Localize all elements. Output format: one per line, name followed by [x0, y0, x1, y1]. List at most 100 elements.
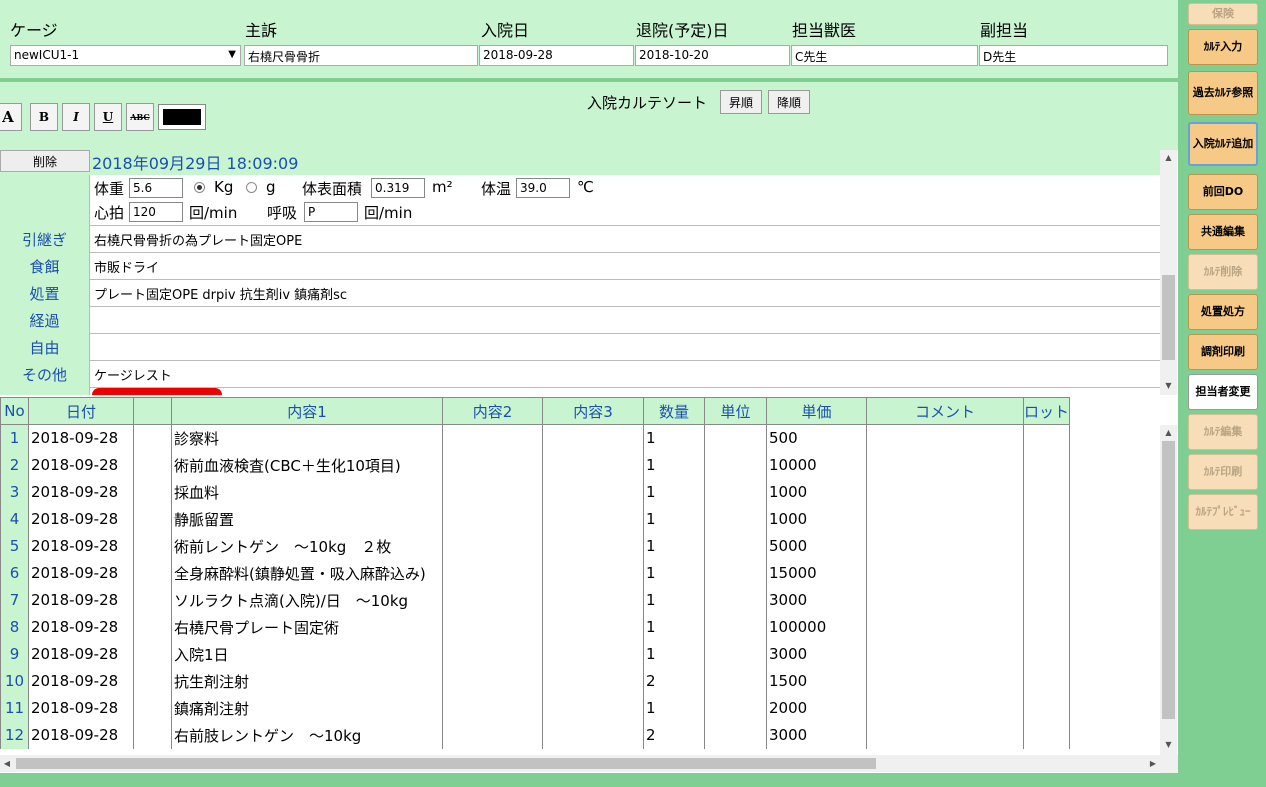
sidebar-button[interactable]: 共通編集	[1188, 214, 1258, 250]
record-row-value[interactable]: プレート固定OPE drpiv 抗生剤iv 鎮痛剤sc	[94, 284, 347, 303]
table-row[interactable]: 9 2018-09-28 入院1日 1 3000	[0, 640, 1071, 668]
table-row[interactable]: 11 2018-09-28 鎮痛剤注射 1 2000	[0, 694, 1071, 722]
color-swatch	[163, 109, 201, 125]
table-cell	[442, 532, 543, 560]
table-horizontal-scrollbar[interactable]: ◀ ▶	[0, 755, 1178, 772]
table-row[interactable]: 1 2018-09-28 診察料 1 500	[0, 424, 1071, 452]
rr-input[interactable]: P	[304, 202, 358, 222]
underline-button[interactable]: U	[94, 103, 122, 131]
table-cell	[704, 613, 767, 641]
record-row-value[interactable]: 市販ドライ	[94, 257, 159, 276]
scroll-up-icon[interactable]: ▲	[1160, 150, 1177, 165]
sidebar-button[interactable]: 調剤印刷	[1188, 334, 1258, 370]
font-size-button[interactable]: A	[0, 103, 22, 131]
table-body: 1 2018-09-28 診察料 1 500 2 2018-09-28 術前血液検査(CBC＋…	[0, 424, 1071, 749]
table-cell	[866, 559, 1024, 587]
table-cell	[442, 586, 543, 614]
table-cell	[133, 451, 172, 479]
vitals-section: 体重 5.6 Kg g 体表面積 0.319 m² 体温 39.0 ℃ 心拍 1…	[0, 175, 1160, 226]
table-row[interactable]: 7 2018-09-28 ソルラクト点滴(入院)/日 ～10kg 1 3000	[0, 586, 1071, 614]
col-content1[interactable]: 内容1	[171, 397, 443, 425]
table-row[interactable]: 3 2018-09-28 採血料 1 1000	[0, 478, 1071, 506]
cage-select-value: newICU1-1	[14, 48, 80, 62]
sidebar-button[interactable]: 処置処方	[1188, 294, 1258, 330]
table-cell	[1022, 424, 1071, 452]
table-row[interactable]: 12 2018-09-28 右前肢レントゲン ～10kg 2 3000	[0, 721, 1071, 749]
table-row[interactable]: 4 2018-09-28 静脈留置 1 1000	[0, 505, 1071, 533]
col-no[interactable]: No	[0, 397, 29, 425]
vet-field[interactable]: C先生	[791, 45, 978, 66]
record-row-value[interactable]: 右橈尺骨骨折の為プレート固定OPE	[94, 230, 302, 249]
col-content2[interactable]: 内容2	[442, 397, 543, 425]
sub-vet-field[interactable]: D先生	[979, 45, 1168, 66]
table-row[interactable]: 2 2018-09-28 術前血液検査(CBC＋生化10項目) 1 10000	[0, 451, 1071, 479]
table-cell: 1	[643, 451, 705, 479]
table-row[interactable]: 8 2018-09-28 右橈尺骨プレート固定術 1 100000	[0, 613, 1071, 641]
col-unit[interactable]: 単位	[704, 397, 767, 425]
sidebar-button[interactable]: ｶﾙﾃ入力	[1188, 29, 1258, 65]
col-date[interactable]: 日付	[28, 397, 134, 425]
delete-button[interactable]: 削除	[0, 150, 90, 172]
table-cell: 3000	[766, 721, 867, 749]
table-cell: 2018-09-28	[28, 451, 134, 479]
table-cell: 2018-09-28	[28, 532, 134, 560]
sidebar-button[interactable]: 入院ｶﾙﾃ追加	[1188, 122, 1258, 166]
sidebar-button[interactable]: ｶﾙﾃ削除	[1188, 254, 1258, 290]
cage-select[interactable]: newICU1-1	[10, 45, 241, 66]
admission-date-field[interactable]: 2018-09-28	[479, 45, 634, 66]
unit-kg-radio[interactable]	[194, 182, 205, 193]
weight-input[interactable]: 5.6	[129, 178, 183, 198]
scroll-down-icon[interactable]: ▼	[1160, 378, 1177, 393]
complaint-field[interactable]: 右橈尺骨骨折	[244, 45, 478, 66]
scroll-left-icon[interactable]: ◀	[0, 756, 14, 771]
scroll-up-icon[interactable]: ▲	[1160, 425, 1177, 440]
table-scrollbar[interactable]: ▲ ▼	[1160, 425, 1177, 773]
sort-ascending-button[interactable]: 昇順	[720, 90, 762, 114]
table-row[interactable]: 5 2018-09-28 術前レントゲン ～10kg ２枚 1 5000	[0, 532, 1071, 560]
col-blank[interactable]	[133, 397, 172, 425]
col-quantity[interactable]: 数量	[643, 397, 705, 425]
text-color-picker[interactable]	[158, 104, 206, 130]
col-price[interactable]: 単価	[766, 397, 867, 425]
sidebar-button[interactable]: ｶﾙﾃ印刷	[1188, 454, 1258, 490]
record-datetime: 2018年09月29日 18:09:09	[92, 154, 299, 173]
table-row[interactable]: 6 2018-09-28 全身麻酔料(鎮静処置・吸入麻酔込み) 1 15000	[0, 559, 1071, 587]
unit-g-radio[interactable]	[246, 182, 257, 193]
table-cell	[866, 586, 1024, 614]
sidebar-button[interactable]: ｶﾙﾃ編集	[1188, 414, 1258, 450]
sidebar-button[interactable]: 担当者変更	[1188, 374, 1258, 410]
scroll-thumb[interactable]	[1162, 441, 1175, 719]
table-cell	[704, 478, 767, 506]
col-content3[interactable]: 内容3	[542, 397, 644, 425]
hr-input[interactable]: 120	[129, 202, 183, 222]
table-cell	[704, 640, 767, 668]
discharge-date-field[interactable]: 2018-10-20	[635, 45, 790, 66]
scroll-thumb[interactable]	[16, 758, 876, 769]
table-cell: 3000	[766, 586, 867, 614]
sidebar-button[interactable]: 前回DO	[1188, 174, 1258, 210]
record-scrollbar[interactable]: ▲ ▼	[1160, 150, 1177, 395]
sidebar-button[interactable]: ｶﾙﾃﾌﾟﾚﾋﾞｭｰ	[1188, 494, 1258, 530]
sidebar-button[interactable]: 保険	[1188, 3, 1258, 25]
patient-header: ケージ 主訴 入院日 退院(予定)日 担当獣医 副担当 newICU1-1 右橈…	[0, 0, 1178, 80]
scroll-right-icon[interactable]: ▶	[1146, 756, 1160, 771]
col-comment[interactable]: コメント	[866, 397, 1024, 425]
sidebar-button[interactable]: 過去ｶﾙﾃ参照	[1188, 71, 1258, 115]
table-cell: 入院1日	[171, 640, 443, 668]
sort-descending-button[interactable]: 降順	[768, 90, 810, 114]
col-lot[interactable]: ロット	[1022, 397, 1071, 425]
strikethrough-button[interactable]: ABC	[126, 103, 154, 131]
temp-input[interactable]: 39.0	[516, 178, 570, 198]
scroll-thumb[interactable]	[1162, 275, 1175, 360]
italic-button[interactable]: I	[62, 103, 90, 131]
bsa-input[interactable]: 0.319	[371, 178, 425, 198]
scroll-down-icon[interactable]: ▼	[1160, 737, 1177, 752]
bold-button[interactable]: B	[30, 103, 58, 131]
table-cell	[133, 532, 172, 560]
table-cell: 2	[643, 721, 705, 749]
table-cell	[133, 721, 172, 749]
table-cell	[866, 424, 1024, 452]
table-row[interactable]: 10 2018-09-28 抗生剤注射 2 1500	[0, 667, 1071, 695]
table-cell	[1022, 505, 1071, 533]
record-row-value[interactable]: ケージレスト	[94, 365, 172, 384]
